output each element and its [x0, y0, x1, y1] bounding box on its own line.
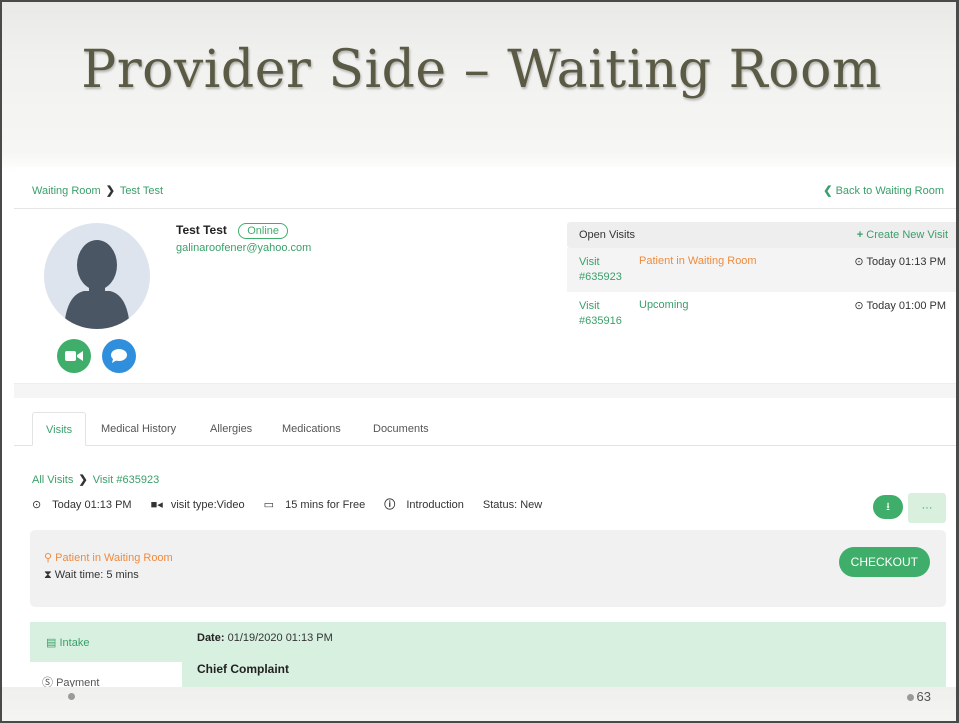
reason-value: Introduction — [406, 499, 464, 511]
app-window: Waiting Room ❯ Test Test ❮ Back to Waiti… — [14, 167, 956, 687]
chevron-left-icon: ❮ — [823, 185, 833, 197]
date-value: 01/19/2020 01:13 PM — [227, 632, 333, 644]
visit-status: Patient in Waiting Room — [639, 255, 757, 267]
breadcrumb-waiting-room[interactable]: Waiting Room — [32, 185, 101, 197]
patient-profile: Test Test Online galinaroofener@yahoo.co… — [14, 209, 956, 384]
open-visits-panel: Open Visits + Create New Visit Visit #63… — [567, 222, 956, 336]
visit-time-value: Today 01:13 PM — [866, 256, 947, 268]
slide-footer: 63 — [2, 687, 956, 721]
slide: Provider Side – Waiting Room Waiting Roo… — [0, 0, 959, 723]
visit-meta-reason: ⓘ Introduction — [384, 499, 472, 511]
clock-icon: ⊙ — [854, 300, 864, 312]
chevron-right-icon: ❯ — [105, 185, 115, 197]
create-new-visit-label: Create New Visit — [866, 229, 948, 241]
map-pin-icon: ⚲ — [44, 552, 53, 564]
intake-date: Date: 01/19/2020 01:13 PM — [197, 632, 333, 644]
download-button[interactable]: ⭳ — [873, 495, 903, 519]
avatar — [44, 223, 150, 329]
breadcrumb-patient[interactable]: Test Test — [120, 185, 163, 197]
intake-label: Intake — [59, 637, 90, 649]
dollar-icon: Ⓢ — [42, 677, 53, 687]
visit-meta-type: ■◂ visit type:Video — [151, 499, 253, 511]
tab-medical-history[interactable]: Medical History — [88, 412, 189, 446]
slide-title: Provider Side – Waiting Room — [81, 40, 882, 100]
all-visits-link[interactable]: All Visits — [32, 474, 73, 486]
visit-meta-time: ⊙ Today 01:13 PM — [32, 499, 140, 511]
waiting-location-text: Patient in Waiting Room — [55, 552, 173, 564]
plus-icon: + — [856, 229, 864, 241]
video-call-button[interactable] — [57, 339, 91, 373]
payment-label: Payment — [56, 677, 100, 687]
bullet-icon — [68, 693, 75, 700]
tab-bar: Visits Medical History Allergies Medicat… — [14, 398, 956, 446]
sidebar-item-intake[interactable]: ▤ Intake — [30, 622, 182, 662]
visit-number: #635916 — [579, 315, 622, 327]
patient-email[interactable]: galinaroofener@yahoo.com — [176, 242, 311, 254]
wait-time: ⧗ Wait time: 5 mins — [44, 569, 139, 582]
visit-word: Visit — [579, 300, 600, 312]
section-divider — [14, 384, 956, 398]
patient-name: Test Test — [176, 223, 227, 237]
visit-meta-duration: ▭ 15 mins for Free — [264, 499, 374, 511]
page-number-value: 63 — [916, 689, 931, 704]
form-icon: ▤ — [46, 637, 57, 649]
visit-breadcrumb: All Visits ❯ Visit #635923 — [32, 473, 159, 486]
back-link-label: Back to Waiting Room — [835, 185, 944, 197]
visit-time: ⊙ Today 01:13 PM — [854, 255, 946, 268]
checkout-button[interactable]: CHECKOUT — [838, 547, 930, 577]
chevron-right-icon: ❯ — [78, 474, 88, 486]
wait-time-text: Wait time: 5 mins — [54, 569, 139, 581]
waiting-status-panel: ⚲ Patient in Waiting Room ⧗ Wait time: 5… — [30, 530, 946, 607]
more-options-button[interactable]: ··· — [908, 493, 946, 523]
date-label: Date: — [197, 632, 225, 644]
tab-medications[interactable]: Medications — [269, 412, 354, 446]
open-visits-header: Open Visits + Create New Visit — [567, 222, 956, 248]
chat-button[interactable] — [102, 339, 136, 373]
info-icon: ⓘ — [384, 499, 396, 511]
visit-time-value: Today 01:00 PM — [866, 300, 947, 312]
tab-visits[interactable]: Visits — [32, 412, 87, 446]
current-visit-crumb[interactable]: Visit #635923 — [93, 474, 159, 486]
clock-icon: ⊙ — [32, 499, 42, 511]
hourglass-icon: ⧗ — [44, 569, 52, 581]
video-camera-icon: ■◂ — [150, 499, 163, 511]
visit-meta-time-value: Today 01:13 PM — [52, 499, 132, 511]
video-camera-icon — [65, 351, 83, 361]
intake-section: ▤ Intake Ⓢ Payment Date: 01/19/2020 01:1… — [30, 622, 946, 687]
chat-bubble-icon — [111, 349, 127, 363]
visit-id[interactable]: Visit #635923 — [579, 255, 635, 285]
top-bar: Waiting Room ❯ Test Test ❮ Back to Waiti… — [14, 167, 956, 209]
visit-time: ⊙ Today 01:00 PM — [854, 299, 946, 312]
credit-card-icon: ▭ — [263, 499, 275, 511]
download-icon: ⭳ — [886, 501, 890, 513]
visit-meta: ⊙ Today 01:13 PM ■◂ visit type:Video ▭ 15… — [32, 496, 550, 512]
status-badge: Online — [238, 223, 289, 239]
visit-type-value: visit type:Video — [170, 499, 245, 511]
breadcrumb: Waiting Room ❯ Test Test — [32, 184, 163, 197]
visit-word: Visit — [579, 256, 600, 268]
sidebar-item-payment[interactable]: Ⓢ Payment — [30, 662, 182, 687]
visit-status: Upcoming — [639, 299, 689, 311]
bullet-icon — [906, 694, 914, 702]
duration-value: 15 mins for Free — [285, 499, 366, 511]
chief-complaint-heading: Chief Complaint — [197, 662, 289, 676]
open-visit-row[interactable]: Visit #635923 Patient in Waiting Room ⊙ … — [567, 248, 956, 292]
create-new-visit-button[interactable]: + Create New Visit — [857, 229, 948, 241]
tab-documents[interactable]: Documents — [360, 412, 442, 446]
open-visits-title: Open Visits — [579, 229, 636, 241]
back-to-waiting-room-link[interactable]: ❮ Back to Waiting Room — [823, 184, 944, 197]
visit-meta-status: Status: New — [482, 499, 543, 511]
page-number: 63 — [906, 689, 931, 704]
visit-number: #635923 — [579, 271, 622, 283]
clock-icon: ⊙ — [854, 256, 864, 268]
person-silhouette-icon — [64, 240, 130, 329]
visit-id[interactable]: Visit #635916 — [579, 299, 635, 329]
tab-allergies[interactable]: Allergies — [197, 412, 265, 446]
patient-name-row: Test Test Online — [176, 223, 289, 239]
open-visit-row[interactable]: Visit #635916 Upcoming ⊙ Today 01:00 PM — [567, 292, 956, 336]
waiting-location: ⚲ Patient in Waiting Room — [44, 551, 173, 564]
